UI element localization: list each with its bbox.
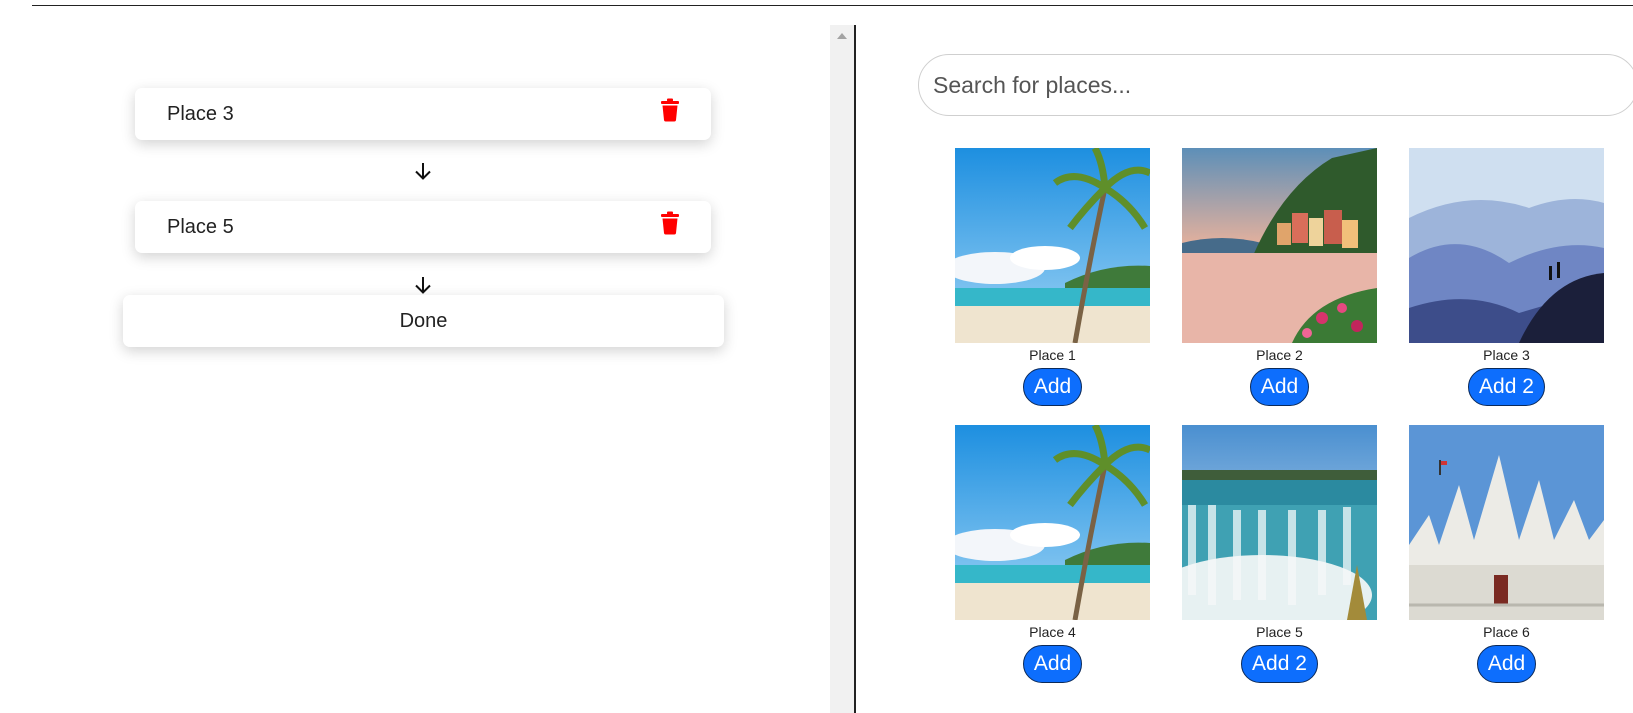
add-place-button[interactable]: Add bbox=[1249, 368, 1310, 406]
place-name: Place 3 bbox=[1483, 347, 1530, 363]
place-name: Place 2 bbox=[1256, 347, 1303, 363]
place-image-beach bbox=[955, 425, 1150, 620]
done-button[interactable]: Done bbox=[123, 295, 724, 347]
place-name: Place 4 bbox=[1029, 624, 1076, 640]
itinerary-item: Place 3 bbox=[135, 88, 711, 140]
place-card: Place 4 Add bbox=[955, 425, 1150, 683]
add-place-button[interactable]: Add bbox=[1022, 645, 1083, 683]
itinerary-item-label: Place 3 bbox=[167, 103, 234, 125]
search-input[interactable] bbox=[918, 54, 1633, 116]
place-name: Place 5 bbox=[1256, 624, 1303, 640]
itinerary-panel: Place 3 Place 5 Done bbox=[0, 0, 830, 713]
place-card: Place 2 Add bbox=[1182, 148, 1377, 406]
place-card: Place 1 Add bbox=[955, 148, 1150, 406]
place-card: Place 5 Add 2 bbox=[1182, 425, 1377, 683]
place-image-temple bbox=[1409, 425, 1604, 620]
trash-icon[interactable] bbox=[659, 98, 681, 122]
add-place-button[interactable]: Add bbox=[1022, 368, 1083, 406]
trash-icon[interactable] bbox=[659, 211, 681, 235]
add-place-button[interactable]: Add bbox=[1476, 645, 1537, 683]
place-image-beach bbox=[955, 148, 1150, 343]
place-image-mountains bbox=[1409, 148, 1604, 343]
place-name: Place 6 bbox=[1483, 624, 1530, 640]
scroll-up-arrow-icon[interactable] bbox=[837, 33, 847, 39]
scrollbar[interactable] bbox=[830, 25, 856, 713]
place-image-waterfall bbox=[1182, 425, 1377, 620]
itinerary-item-label: Place 5 bbox=[167, 216, 234, 238]
add-place-button[interactable]: Add 2 bbox=[1241, 645, 1318, 683]
arrow-down-icon bbox=[415, 277, 431, 294]
place-card: Place 3 Add 2 bbox=[1409, 148, 1604, 406]
place-image-lake-village bbox=[1182, 148, 1377, 343]
itinerary-item: Place 5 bbox=[135, 201, 711, 253]
add-place-button[interactable]: Add 2 bbox=[1468, 368, 1545, 406]
place-card: Place 6 Add bbox=[1409, 425, 1604, 683]
place-name: Place 1 bbox=[1029, 347, 1076, 363]
arrow-down-icon bbox=[415, 163, 431, 180]
